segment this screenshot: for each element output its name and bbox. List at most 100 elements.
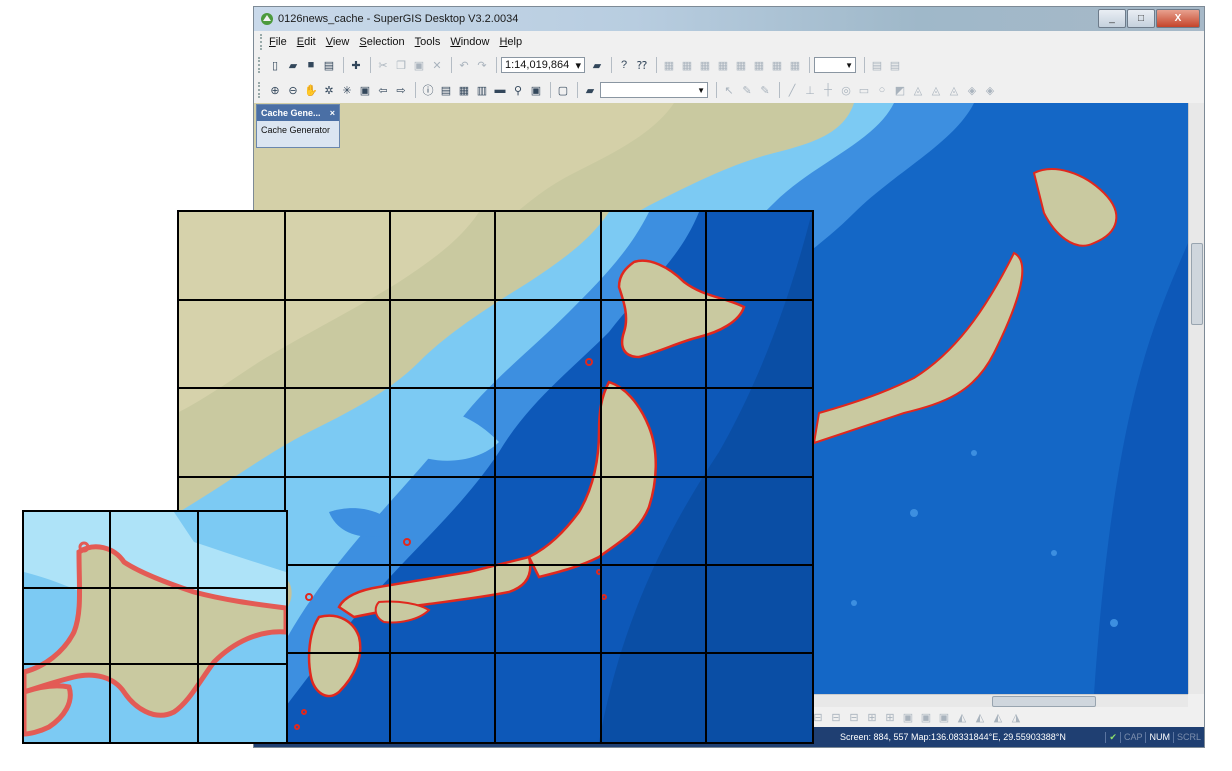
- find-icon[interactable]: ▤: [438, 82, 454, 98]
- paste-icon[interactable]: ▣: [411, 57, 427, 73]
- redo-icon[interactable]: ↷: [474, 57, 490, 73]
- maximize-button[interactable]: □: [1127, 9, 1155, 28]
- copy-icon[interactable]: ❐: [393, 57, 409, 73]
- rectangle-tool-icon[interactable]: ▭: [856, 82, 872, 98]
- menu-help[interactable]: Help: [499, 36, 522, 48]
- print-icon[interactable]: ▤: [321, 57, 337, 73]
- edit-tool-icon[interactable]: ◈: [982, 82, 998, 98]
- rotate-icon[interactable]: ◭: [972, 709, 988, 725]
- cache-generator-item[interactable]: Cache Generator: [257, 121, 339, 139]
- edit-tool-icon[interactable]: ◬: [910, 82, 926, 98]
- status-num: NUM: [1145, 731, 1173, 743]
- group-icon[interactable]: ▣: [918, 709, 934, 725]
- open-folder-icon[interactable]: ▰: [285, 57, 301, 73]
- next-extent-icon[interactable]: ⇨: [393, 82, 409, 98]
- ellipse-tool-icon[interactable]: ○: [874, 82, 890, 98]
- zoom-out-icon[interactable]: ⊖: [285, 82, 301, 98]
- align-icon[interactable]: ⊟: [846, 709, 862, 725]
- layer-properties-icon[interactable]: ▰: [589, 57, 605, 73]
- align-icon[interactable]: ⊟: [828, 709, 844, 725]
- layout-tool-icon[interactable]: ▦: [733, 57, 749, 73]
- overview-icon[interactable]: ▣: [528, 82, 544, 98]
- menu-tools-rest: ools: [420, 36, 441, 48]
- full-extent-icon[interactable]: ▣: [357, 82, 373, 98]
- panel-tab[interactable]: Cache Gene... ×: [257, 105, 339, 121]
- group-icon[interactable]: ▣: [936, 709, 952, 725]
- zoom-in-icon[interactable]: ⊕: [267, 82, 283, 98]
- ruler-icon[interactable]: ▬: [492, 82, 508, 98]
- menu-window-rest: indow: [460, 36, 490, 48]
- menu-edit[interactable]: Edit: [297, 36, 316, 48]
- panel-close-icon[interactable]: ×: [330, 108, 335, 118]
- horizontal-scroll-thumb[interactable]: [992, 696, 1096, 707]
- layout-tool-icon[interactable]: ▦: [715, 57, 731, 73]
- distribute-icon[interactable]: ⊞: [864, 709, 880, 725]
- edit-tool-icon[interactable]: ◬: [946, 82, 962, 98]
- layout-tool-icon[interactable]: ▦: [751, 57, 767, 73]
- chevron-down-icon: ▼: [697, 85, 705, 95]
- fixed-zoom-in-icon[interactable]: ✲: [321, 82, 337, 98]
- fixed-zoom-out-icon[interactable]: ✳: [339, 82, 355, 98]
- chevron-down-icon: ▼: [845, 60, 853, 70]
- sketch-tool-icon[interactable]: ✎: [739, 82, 755, 98]
- layout-zoom-dropdown[interactable]: ▼: [814, 57, 856, 73]
- delete-icon[interactable]: ✕: [429, 57, 445, 73]
- hyperlink-icon[interactable]: ▦: [456, 82, 472, 98]
- cross-tool-icon[interactable]: ┼: [820, 82, 836, 98]
- menu-view-rest: iew: [332, 36, 350, 48]
- menu-file[interactable]: File: [269, 36, 287, 48]
- menu-tools[interactable]: Tools: [415, 36, 441, 48]
- vertical-scrollbar[interactable]: [1188, 103, 1204, 694]
- toolbar-separator: [809, 57, 810, 73]
- editor-icon[interactable]: ▰: [582, 82, 598, 98]
- minimize-button[interactable]: _: [1098, 9, 1126, 28]
- map-scale-dropdown[interactable]: 1:14,019,864 ▾: [501, 57, 585, 73]
- sketch-tool-icon[interactable]: ✎: [757, 82, 773, 98]
- help-icon[interactable]: ?: [616, 57, 632, 73]
- toolbar-separator: [343, 57, 344, 73]
- menu-selection-key: S: [359, 36, 367, 48]
- cut-icon[interactable]: ✂: [375, 57, 391, 73]
- pan-hand-icon[interactable]: ✋: [303, 82, 319, 98]
- vertical-scroll-thumb[interactable]: [1191, 243, 1203, 325]
- distribute-icon[interactable]: ⊞: [882, 709, 898, 725]
- menu-window[interactable]: Window: [450, 36, 489, 48]
- layout-tool-icon[interactable]: ▦: [697, 57, 713, 73]
- close-button[interactable]: X: [1156, 9, 1200, 28]
- layout-tool-icon[interactable]: ▦: [661, 57, 677, 73]
- page-tool-icon[interactable]: ▤: [887, 57, 903, 73]
- edit-select-icon[interactable]: ↖: [721, 82, 737, 98]
- layout-tool-icon[interactable]: ▦: [769, 57, 785, 73]
- line-tool-icon[interactable]: ╱: [784, 82, 800, 98]
- edit-tool-icon[interactable]: ◬: [928, 82, 944, 98]
- menu-window-key: W: [450, 36, 461, 48]
- menu-selection-rest: election: [366, 36, 405, 48]
- toolbar-separator: [779, 82, 780, 98]
- edit-tool-icon[interactable]: ◈: [964, 82, 980, 98]
- rotate-icon[interactable]: ◭: [990, 709, 1006, 725]
- save-icon[interactable]: ■: [303, 57, 319, 73]
- group-icon[interactable]: ▣: [900, 709, 916, 725]
- layout-tool-icon[interactable]: ▦: [679, 57, 695, 73]
- add-data-icon[interactable]: ✚: [348, 57, 364, 73]
- rotate-icon[interactable]: ◭: [954, 709, 970, 725]
- circle-tool-icon[interactable]: ◎: [838, 82, 854, 98]
- page-tool-icon[interactable]: ▤: [869, 57, 885, 73]
- route-icon[interactable]: ⚲: [510, 82, 526, 98]
- edit-target-dropdown[interactable]: ▼: [600, 82, 708, 98]
- info-panel-icon[interactable]: ▢: [555, 82, 571, 98]
- menu-view[interactable]: View: [326, 36, 350, 48]
- previous-extent-icon[interactable]: ⇦: [375, 82, 391, 98]
- toolbar-grip: [258, 57, 263, 73]
- new-document-icon[interactable]: ▯: [267, 57, 283, 73]
- identify-icon[interactable]: ⓘ: [420, 82, 436, 98]
- perpendicular-tool-icon[interactable]: ⊥: [802, 82, 818, 98]
- menu-view-key: V: [325, 36, 333, 48]
- edit-tool-icon[interactable]: ◩: [892, 82, 908, 98]
- context-help-icon[interactable]: ⁇: [634, 57, 650, 73]
- menu-selection[interactable]: Selection: [359, 36, 404, 48]
- rotate-icon[interactable]: ◮: [1008, 709, 1024, 725]
- undo-icon[interactable]: ↶: [456, 57, 472, 73]
- measure-icon[interactable]: ▥: [474, 82, 490, 98]
- layout-tool-icon[interactable]: ▦: [787, 57, 803, 73]
